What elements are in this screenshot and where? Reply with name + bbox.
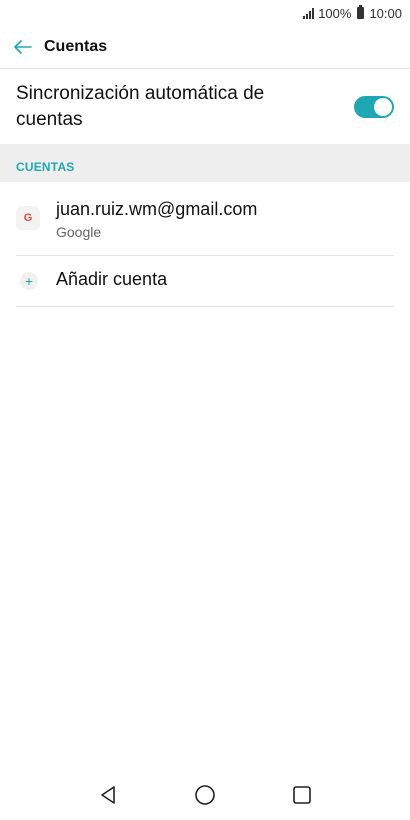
screen: 100% 10:00 Cuentas Sincronización automá… (0, 0, 410, 820)
page-title: Cuentas (44, 38, 108, 55)
auto-sync-label: Sincronización automática de cuentas (16, 82, 265, 130)
auto-sync-toggle[interactable] (354, 95, 394, 118)
nav-home-button[interactable] (187, 777, 223, 813)
battery-icon (357, 5, 365, 19)
section-header-accounts: CUENTAS (0, 144, 410, 182)
nav-recents-icon (292, 786, 311, 804)
add-account-row[interactable]: + Añadir cuenta (16, 256, 394, 307)
add-account-label: Añadir cuenta (56, 269, 168, 289)
clock: 10:00 (369, 5, 402, 21)
nav-back-button[interactable] (90, 777, 126, 813)
google-icon: G (16, 206, 40, 230)
nav-recents-button[interactable] (284, 777, 320, 813)
battery-percent: 100% (318, 5, 352, 21)
account-row[interactable]: G juan.ruiz.wm@gmail.com Google (16, 186, 394, 256)
back-button[interactable] (12, 36, 34, 58)
app-header: Cuentas (0, 26, 410, 68)
auto-sync-row[interactable]: Sincronización automática de cuentas (0, 68, 410, 144)
signal-icon (303, 7, 315, 19)
navigation-bar (0, 770, 410, 820)
account-text: juan.ruiz.wm@gmail.com Google (56, 198, 257, 240)
nav-home-icon (195, 785, 215, 805)
nav-back-icon (101, 786, 116, 804)
toggle-knob (374, 97, 392, 116)
status-bar: 100% 10:00 (0, 0, 410, 26)
arrow-left-icon (14, 40, 32, 54)
plus-icon: + (20, 272, 38, 290)
account-email: juan.ruiz.wm@gmail.com (56, 199, 258, 219)
account-type: Google (56, 224, 102, 240)
